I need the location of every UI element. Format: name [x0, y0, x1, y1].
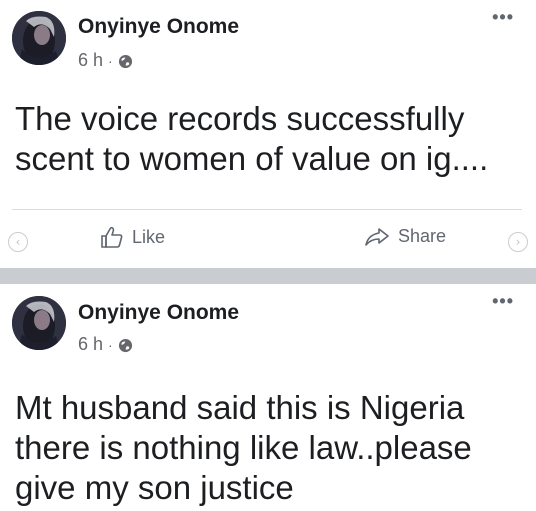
globe-icon: [118, 337, 133, 353]
like-button[interactable]: Like: [100, 226, 165, 248]
author-name[interactable]: Onyinye Onome: [78, 15, 239, 39]
avatar[interactable]: [12, 296, 66, 350]
share-label: Share: [398, 226, 447, 246]
like-label: Like: [132, 226, 166, 247]
post-card: Onyinye Onome 6 h · ••• The voice record…: [0, 0, 536, 268]
post-text: Mt husband said this is Nigeria there is…: [15, 389, 472, 506]
post-divider: [0, 268, 536, 284]
meta-separator: ·: [108, 52, 113, 69]
action-bar: ‹ Like Share ›: [0, 218, 536, 262]
globe-icon: [118, 53, 133, 69]
thumbs-up-icon: [101, 226, 123, 248]
share-arrow-icon: [365, 227, 389, 246]
share-button[interactable]: Share: [364, 226, 446, 247]
post-time[interactable]: 6 h: [78, 50, 103, 71]
author-name[interactable]: Onyinye Onome: [78, 301, 239, 325]
post-text: The voice records successfully scent to …: [15, 100, 489, 177]
post-card: Onyinye Onome 6 h · ••• Mt husband said …: [0, 284, 536, 511]
chevron-right-icon[interactable]: ›: [508, 232, 528, 252]
avatar[interactable]: [12, 11, 66, 65]
divider: [12, 209, 522, 210]
post-time[interactable]: 6 h: [78, 334, 103, 355]
chevron-left-icon[interactable]: ‹: [8, 232, 28, 252]
more-options-icon[interactable]: •••: [492, 292, 514, 310]
post-meta: 6 h ·: [78, 334, 133, 355]
post-meta: 6 h ·: [78, 50, 133, 71]
meta-separator: ·: [108, 336, 113, 353]
more-options-icon[interactable]: •••: [492, 8, 514, 26]
